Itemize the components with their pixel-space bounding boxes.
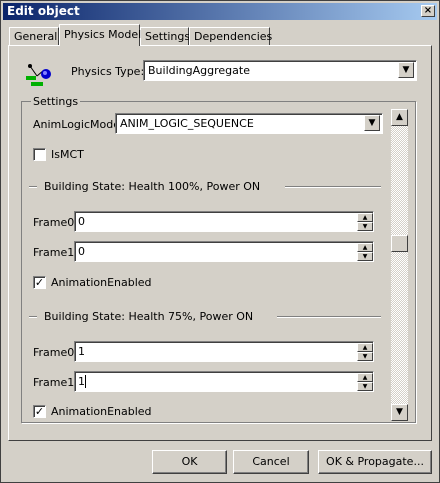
separator [29, 316, 37, 318]
is-mct-checkbox[interactable] [33, 148, 46, 161]
animation-enabled-label: AnimationEnabled [51, 276, 152, 289]
spin-up-button[interactable]: ▲ [357, 243, 373, 252]
chevron-up-icon: ▲ [362, 374, 368, 381]
spin-down-button[interactable]: ▼ [357, 352, 373, 361]
spin-up-button[interactable]: ▲ [357, 343, 373, 352]
chevron-down-icon: ▼ [362, 383, 368, 390]
window-title: Edit object [7, 4, 80, 18]
ok-button-label: OK [181, 455, 198, 468]
chevron-down-icon: ▼ [368, 118, 376, 128]
frame0-spinner[interactable]: ▲ ▼ [357, 213, 373, 231]
frame1-spinner[interactable]: ▲ ▼ [357, 243, 373, 261]
chevron-up-icon: ▲ [362, 344, 368, 351]
ok-propagate-button[interactable]: OK & Propagate... [318, 450, 432, 474]
scroll-down-button[interactable]: ▼ [391, 404, 408, 421]
cancel-button-label: Cancel [252, 455, 290, 468]
frame1-label: Frame1 [33, 376, 75, 389]
spin-down-button[interactable]: ▼ [357, 382, 373, 391]
frame0-spinner[interactable]: ▲ ▼ [357, 343, 373, 361]
animation-enabled-checkbox[interactable]: ✓ [33, 405, 46, 418]
spin-down-button[interactable]: ▼ [357, 222, 373, 231]
ok-button[interactable]: OK [152, 450, 227, 474]
check-icon: ✓ [34, 276, 45, 289]
settings-scrollbar[interactable]: ▲ ▼ [391, 109, 408, 421]
frame1-input[interactable]: 0 ▲ ▼ [74, 241, 374, 262]
state-header: Building State: Health 100%, Power ON [44, 180, 261, 193]
settings-group-label: Settings [31, 95, 81, 108]
title-bar[interactable]: Edit object × [3, 3, 437, 20]
frame0-label: Frame0 [33, 346, 75, 359]
tab-label: Dependencies [194, 30, 273, 43]
chevron-up-icon: ▲ [396, 112, 403, 122]
animation-enabled-label: AnimationEnabled [51, 405, 152, 418]
animation-enabled-checkbox[interactable]: ✓ [33, 276, 46, 289]
frame1-input[interactable]: 1 ▲ ▼ [74, 371, 374, 392]
is-mct-label: IsMCT [51, 148, 84, 161]
frame0-label: Frame0 [33, 216, 75, 229]
spin-up-button[interactable]: ▲ [357, 213, 373, 222]
frame1-spinner[interactable]: ▲ ▼ [357, 373, 373, 391]
tab-label: Settings [145, 30, 191, 43]
close-button[interactable]: × [421, 5, 435, 17]
physics-model-icon [23, 61, 55, 87]
scroll-thumb[interactable] [391, 235, 408, 252]
spin-down-button[interactable]: ▼ [357, 252, 373, 261]
spin-up-button[interactable]: ▲ [357, 373, 373, 382]
frame0-input[interactable]: 0 ▲ ▼ [74, 211, 374, 232]
anim-logic-mode-dropdown-button[interactable]: ▼ [364, 115, 380, 131]
tab-dependencies[interactable]: Dependencies [189, 27, 273, 45]
frame1-value: 0 [78, 245, 85, 258]
physics-type-label: Physics Type: [71, 65, 145, 78]
separator [285, 186, 381, 188]
physics-type-select[interactable]: BuildingAggregate ▼ [143, 60, 417, 81]
tab-label: Physics Model [64, 28, 142, 41]
check-icon: ✓ [34, 405, 45, 418]
anim-logic-mode-label: AnimLogicMode [33, 118, 120, 131]
separator [277, 316, 381, 318]
tab-settings[interactable]: Settings [140, 27, 191, 45]
cancel-button[interactable]: Cancel [233, 450, 309, 474]
scroll-up-button[interactable]: ▲ [391, 109, 408, 126]
frame1-value: 1 [78, 375, 85, 388]
frame0-input[interactable]: 1 ▲ ▼ [74, 341, 374, 362]
chevron-down-icon: ▼ [396, 407, 403, 417]
separator [29, 186, 37, 188]
ok-propagate-button-label: OK & Propagate... [326, 455, 424, 468]
chevron-up-icon: ▲ [362, 214, 368, 221]
edit-object-window: Edit object × General Physics Model Sett… [0, 0, 440, 483]
chevron-down-icon: ▼ [362, 223, 368, 230]
anim-logic-mode-value: ANIM_LOGIC_SEQUENCE [120, 117, 254, 130]
tab-physics-model[interactable]: Physics Model [59, 24, 142, 46]
frame0-value: 1 [78, 345, 85, 358]
tab-label: General [14, 30, 58, 43]
close-icon: × [423, 5, 433, 16]
chevron-down-icon: ▼ [362, 253, 368, 260]
frame1-label: Frame1 [33, 246, 75, 259]
state-header: Building State: Health 75%, Power ON [44, 310, 254, 323]
chevron-up-icon: ▲ [362, 244, 368, 251]
chevron-down-icon: ▼ [402, 65, 410, 75]
tab-general[interactable]: General [9, 27, 59, 45]
text-cursor [85, 375, 86, 388]
physics-type-value: BuildingAggregate [148, 64, 250, 77]
physics-type-dropdown-button[interactable]: ▼ [398, 62, 414, 78]
frame0-value: 0 [78, 215, 85, 228]
chevron-down-icon: ▼ [362, 353, 368, 360]
anim-logic-mode-select[interactable]: ANIM_LOGIC_SEQUENCE ▼ [115, 113, 383, 134]
